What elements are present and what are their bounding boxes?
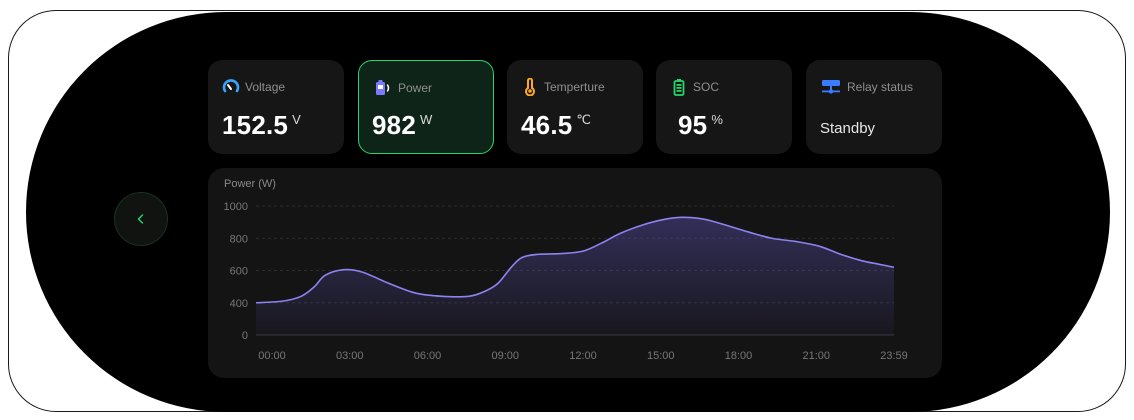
- relay-status-card[interactable]: Relay status Standby: [806, 60, 942, 154]
- battery-icon: [673, 79, 685, 96]
- x-tick-label: 18:00: [725, 350, 753, 362]
- power-card[interactable]: Power 982 W: [358, 60, 494, 154]
- soc-value: 95: [678, 110, 708, 140]
- x-tick-label: 00:00: [258, 350, 286, 362]
- chevron-left-icon: [137, 214, 144, 224]
- temperature-unit: ℃: [576, 112, 592, 127]
- battery-charge-icon: [376, 80, 390, 95]
- x-tick-label: 15:00: [647, 350, 675, 362]
- power-label: Power: [398, 81, 433, 95]
- soc-unit: %: [711, 112, 724, 127]
- y-tick-label: 1000: [224, 201, 248, 213]
- soc-label: SOC: [693, 80, 720, 94]
- voltage-label: Voltage: [245, 80, 286, 94]
- y-tick-label: 0: [242, 330, 248, 342]
- voltage-card[interactable]: Voltage 152.5 V: [208, 60, 344, 154]
- power-area-fill: [256, 217, 894, 335]
- soc-card[interactable]: SOC 95%: [656, 60, 792, 154]
- x-tick-label: 21:00: [802, 350, 830, 362]
- power-unit: W: [419, 112, 433, 127]
- thermometer-icon: [525, 78, 535, 96]
- power-value: 982: [372, 110, 416, 140]
- voltage-value: 152.5: [222, 110, 289, 140]
- power-chart-panel: Power (W) 0 400 600 800 1000 00:00 03:00 06:00 0…: [208, 168, 942, 378]
- temperature-label: Temperture: [544, 80, 605, 94]
- voltage-unit: V: [292, 112, 301, 127]
- x-tick-label: 03:00: [336, 350, 364, 362]
- temperature-card[interactable]: Temperture 46.5 ℃: [507, 60, 643, 154]
- x-tick-label: 23:59: [880, 350, 908, 362]
- y-tick-label: 400: [230, 298, 248, 310]
- y-tick-label: 800: [230, 233, 248, 245]
- x-tick-label: 12:00: [569, 350, 597, 362]
- relay-icon: [822, 80, 840, 94]
- back-button[interactable]: [114, 192, 168, 246]
- y-tick-label: 600: [230, 266, 248, 278]
- power-chart: 0 400 600 800 1000 00:00 03:00 06:00 09:00 12:00 1…: [224, 201, 908, 362]
- x-tick-label: 09:00: [491, 350, 519, 362]
- x-tick-label: 06:00: [414, 350, 442, 362]
- relay-status-value: Standby: [820, 120, 876, 137]
- relay-status-label: Relay status: [847, 80, 914, 94]
- temperature-value: 46.5: [521, 110, 573, 140]
- gauge-icon: [222, 79, 240, 93]
